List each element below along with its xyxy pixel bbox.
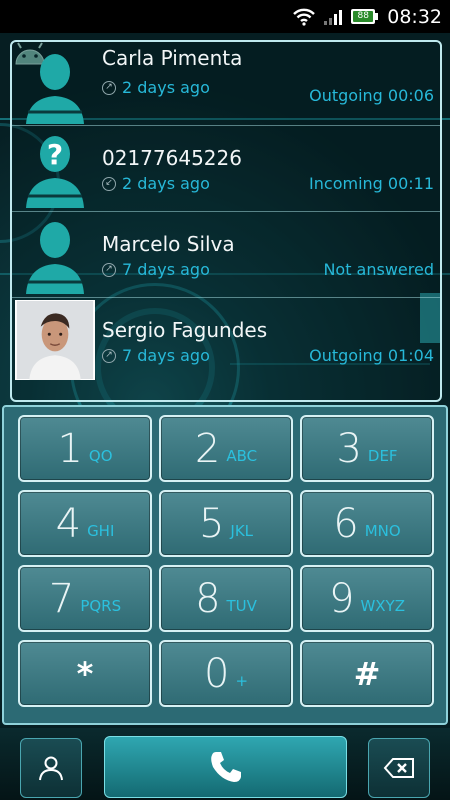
wifi-icon (293, 8, 316, 26)
call-log-item[interactable]: Marcelo Silva ↗ 7 days ago Not answered (12, 212, 440, 298)
key-7[interactable]: 7 PQRS (18, 565, 152, 632)
call-status: Incoming 00:11 (309, 174, 434, 193)
call-history-list[interactable]: Carla Pimenta ↗ 2 days ago Outgoing 00:0… (10, 40, 442, 402)
key-hash[interactable]: # (300, 640, 434, 707)
call-date: ↗ 7 days ago (102, 260, 210, 279)
svg-text:?: ? (47, 138, 63, 171)
call-log-item[interactable]: Carla Pimenta ↗ 2 days ago Outgoing 00:0… (12, 42, 440, 126)
bottom-action-bar (0, 728, 450, 800)
battery-level: 88 (353, 11, 374, 22)
clock: 08:32 (387, 5, 442, 28)
android-silhouette-icon (26, 222, 84, 294)
key-9[interactable]: 9 WXYZ (300, 565, 434, 632)
key-star[interactable]: * (18, 640, 152, 707)
unknown-contact-icon: ? (26, 136, 84, 208)
key-3[interactable]: 3 DEF (300, 415, 434, 482)
call-date: ↗ 2 days ago (102, 78, 210, 97)
key-8[interactable]: 8 TUV (159, 565, 293, 632)
delete-button[interactable] (368, 738, 430, 798)
backspace-icon (383, 758, 414, 778)
key-2[interactable]: 2 ABC (159, 415, 293, 482)
android-silhouette-icon (26, 54, 84, 124)
contact-name: Carla Pimenta (102, 46, 243, 70)
key-6[interactable]: 6 MNO (300, 490, 434, 557)
outgoing-call-icon: ↗ (102, 80, 116, 95)
contact-name: Sergio Fagundes (102, 318, 268, 342)
contact-name: Marcelo Silva (102, 232, 235, 256)
call-log-item[interactable]: ? 02177645226 ↙ 2 days ago Incoming 00:1… (12, 126, 440, 212)
outgoing-call-icon: ↗ (102, 262, 116, 277)
call-date: ↗ 7 days ago (102, 346, 210, 365)
outgoing-call-icon: ↗ (102, 348, 116, 363)
call-button[interactable] (104, 736, 347, 798)
key-4[interactable]: 4 GHI (18, 490, 152, 557)
key-5[interactable]: 5 JKL (159, 490, 293, 557)
call-status: Not answered (323, 260, 434, 279)
contact-photo (14, 300, 95, 380)
call-log-item[interactable]: Sergio Fagundes ↗ 7 days ago Outgoing 01… (12, 298, 440, 384)
call-date: ↙ 2 days ago (102, 174, 210, 193)
contact-name: 02177645226 (102, 146, 242, 170)
signal-icon (324, 9, 343, 25)
status-bar: 88 08:32 (0, 0, 450, 33)
incoming-call-icon: ↙ (102, 176, 116, 191)
dial-keypad: 1 QO 2 ABC 3 DEF 4 GHI 5 JKL 6 MNO 7 PQR… (2, 405, 448, 725)
voicemail-letters: QO (88, 446, 113, 465)
key-1[interactable]: 1 QO (18, 415, 152, 482)
call-status: Outgoing 00:06 (309, 86, 434, 105)
battery-icon: 88 (351, 9, 379, 24)
person-icon (39, 756, 63, 781)
phone-icon (210, 752, 241, 782)
call-status: Outgoing 01:04 (309, 346, 434, 365)
contacts-button[interactable] (20, 738, 82, 798)
key-0[interactable]: 0 + (159, 640, 293, 707)
